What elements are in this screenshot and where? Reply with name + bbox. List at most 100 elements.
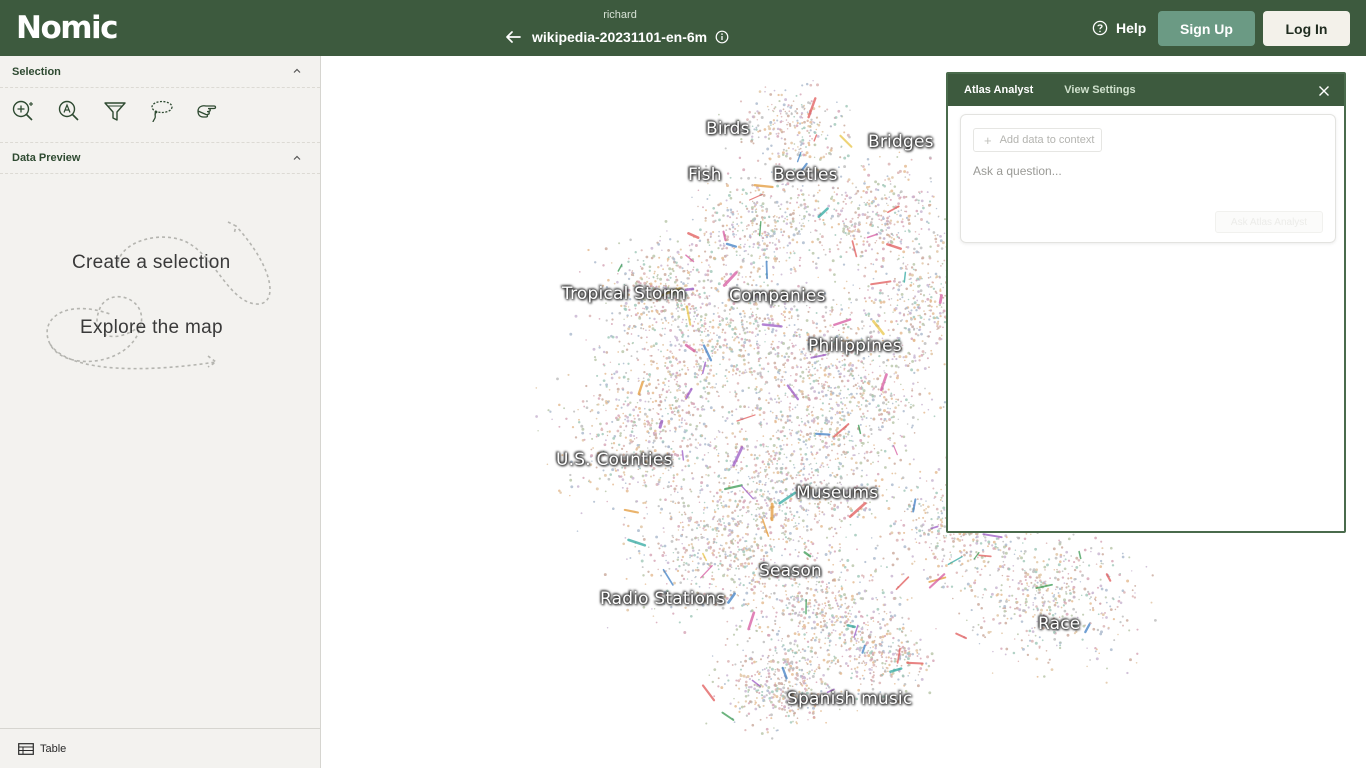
map-point <box>830 620 834 623</box>
map-point <box>798 611 801 614</box>
map-point <box>769 121 773 124</box>
lexical-search-icon[interactable] <box>56 98 82 124</box>
map-point <box>828 268 832 272</box>
map-point <box>915 309 918 312</box>
map-point <box>879 428 882 432</box>
data-preview-section-header[interactable]: Data Preview <box>0 142 320 174</box>
map-point <box>771 550 773 552</box>
map-point <box>819 363 821 366</box>
map-point <box>799 256 802 259</box>
map-point <box>618 376 621 379</box>
map-point <box>781 480 784 483</box>
map-point <box>607 477 611 481</box>
map-point <box>899 331 903 335</box>
map-point <box>742 327 746 331</box>
map-point <box>790 618 794 622</box>
map-point <box>657 542 660 545</box>
map-point <box>741 467 744 470</box>
map-point <box>705 258 709 262</box>
zoom-in-icon[interactable] <box>10 98 36 124</box>
map-point <box>837 578 841 582</box>
map-point <box>892 205 895 208</box>
map-point <box>657 383 660 386</box>
map-point <box>672 476 676 479</box>
map-point <box>717 507 720 510</box>
map-point <box>913 432 916 434</box>
map-point <box>790 307 793 311</box>
map-point <box>889 611 892 614</box>
map-point <box>750 513 753 516</box>
map-point <box>882 300 886 304</box>
map-point <box>817 391 821 394</box>
map-point <box>836 411 839 415</box>
map-point <box>755 508 758 511</box>
map-point <box>785 200 789 204</box>
map-point <box>664 327 667 330</box>
map-point <box>754 707 758 711</box>
nomic-logo[interactable]: Nomic <box>16 10 119 46</box>
info-icon[interactable] <box>715 30 729 44</box>
map-point <box>758 243 761 247</box>
map-point <box>814 373 816 375</box>
map-point <box>766 147 770 151</box>
map-point <box>790 434 793 437</box>
map-point <box>694 318 697 320</box>
map-point <box>789 459 792 463</box>
map-point <box>849 220 853 224</box>
map-point <box>607 336 610 339</box>
map-point <box>821 315 825 319</box>
map-point <box>767 134 770 136</box>
map-point <box>801 537 803 540</box>
map-point <box>895 233 898 236</box>
map-point <box>737 245 741 249</box>
map-point <box>704 217 707 220</box>
map-point <box>791 342 793 345</box>
map-point <box>767 466 771 469</box>
table-toggle[interactable]: Table <box>0 728 320 768</box>
hand-pointer-icon[interactable] <box>194 98 220 124</box>
map-point <box>674 335 676 338</box>
map-point <box>784 110 787 113</box>
back-arrow-icon[interactable] <box>504 28 522 46</box>
map-point <box>897 404 900 407</box>
map-point <box>829 551 832 554</box>
map-point <box>709 548 712 550</box>
sign-up-button[interactable]: Sign Up <box>1158 11 1255 46</box>
map-point <box>836 506 840 509</box>
map-point <box>682 360 686 364</box>
map-point <box>838 392 842 395</box>
map-point <box>883 449 887 453</box>
map-point <box>695 424 699 428</box>
help-link[interactable]: Help <box>1092 19 1146 37</box>
map-point <box>805 457 809 461</box>
map-point <box>907 178 910 181</box>
map-point <box>788 324 791 327</box>
map-point <box>663 531 665 533</box>
map-point <box>869 330 873 334</box>
filter-icon[interactable] <box>102 98 128 124</box>
log-in-button[interactable]: Log In <box>1263 11 1350 46</box>
map-owner[interactable]: richard <box>560 9 680 21</box>
map-point <box>658 547 661 550</box>
chevron-up-icon[interactable] <box>292 153 302 163</box>
map-point <box>803 120 806 124</box>
map-point <box>719 544 722 546</box>
map-point <box>625 577 628 580</box>
map-point <box>843 156 847 160</box>
map-point <box>926 357 929 360</box>
map-point <box>815 312 818 314</box>
map-point <box>788 256 791 259</box>
selection-section-header[interactable]: Selection <box>0 56 320 88</box>
map-point <box>852 601 856 604</box>
map-point <box>734 523 738 527</box>
map-point <box>655 621 658 624</box>
map-point <box>732 319 734 322</box>
chevron-up-icon[interactable] <box>292 66 302 76</box>
map-point <box>828 410 831 413</box>
map-point <box>676 453 679 457</box>
map-point <box>889 407 891 410</box>
lasso-icon[interactable] <box>148 98 174 124</box>
map-point <box>859 581 861 584</box>
map-point <box>577 408 579 411</box>
map-point <box>747 361 750 364</box>
